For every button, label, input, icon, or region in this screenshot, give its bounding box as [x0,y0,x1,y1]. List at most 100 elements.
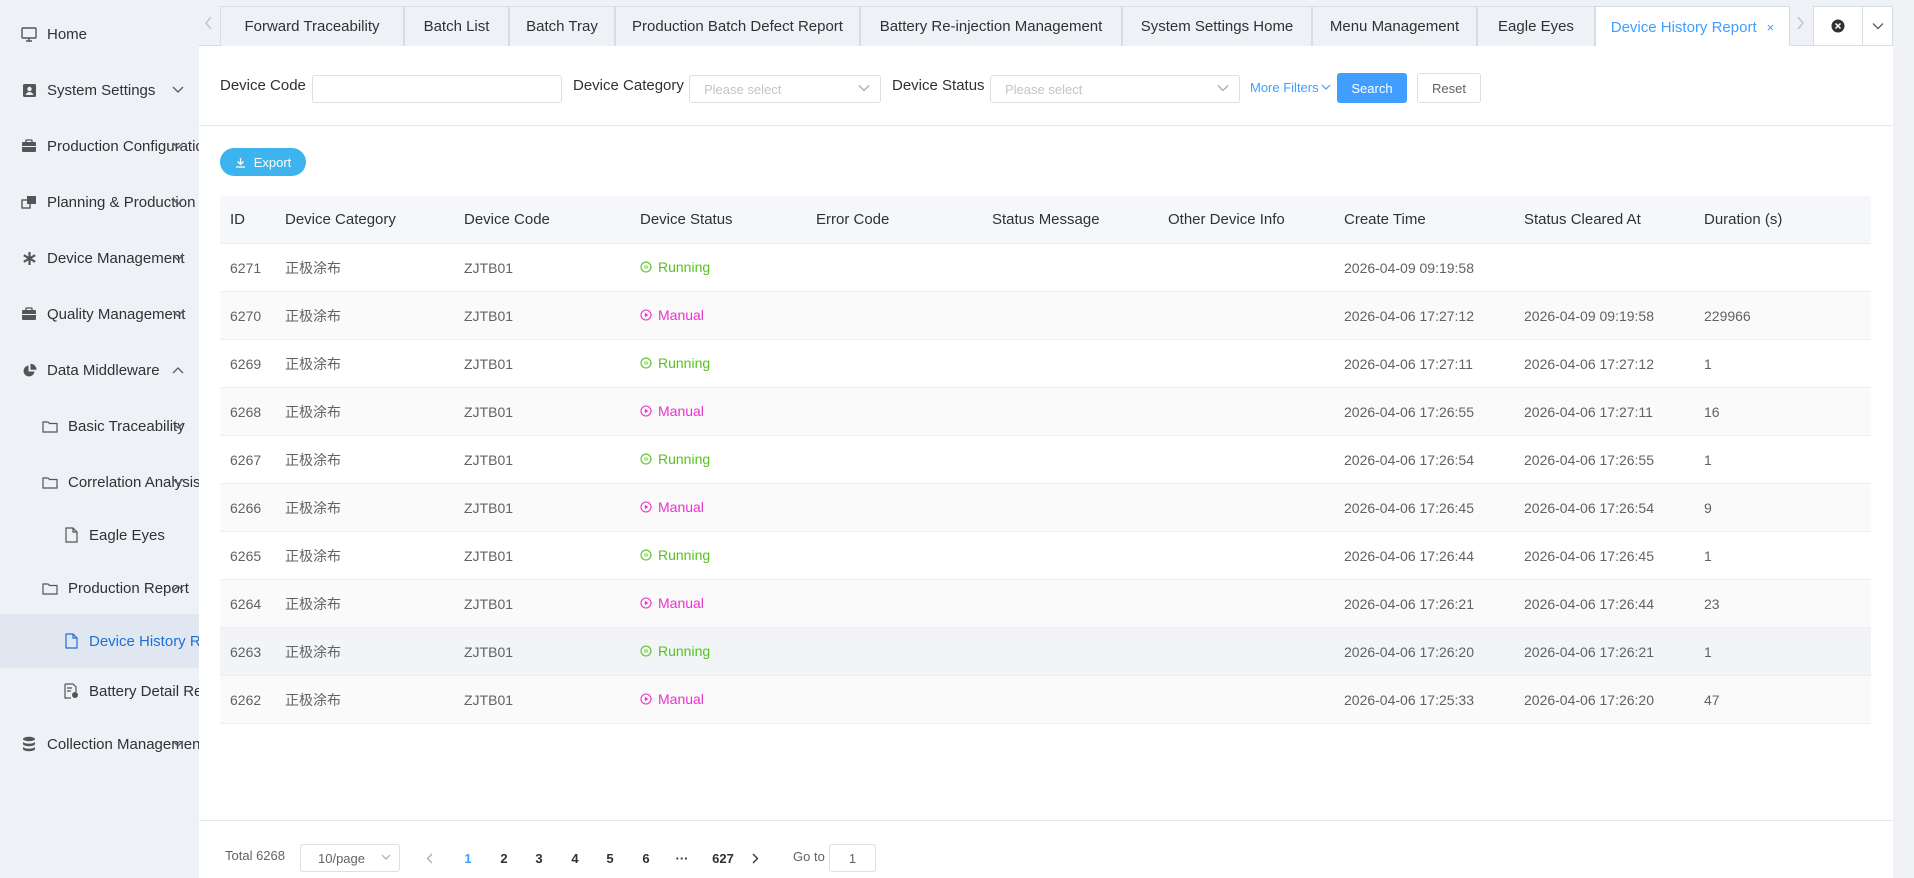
device-category-select[interactable]: Please select [689,75,881,103]
page-size-select[interactable]: 10/page [300,844,400,872]
table-row[interactable]: 6264 正极涂布 ZJTB01 Manual 2026-04-06 17:26:21 2… [220,580,1871,628]
cell-id: 6271 [230,259,262,276]
prev-page-button[interactable] [414,844,444,872]
chevron-left-icon [205,16,212,30]
cell-duration: 9 [1704,499,1712,516]
cell-device-status: Manual [630,691,806,708]
status-badge: Manual [640,403,704,419]
cell-device-status: Manual [630,499,806,516]
tab-forward-traceability[interactable]: Forward Traceability [220,6,404,46]
cell-device-code: ZJTB01 [464,259,514,276]
sidebar-item-label: Home [47,25,88,43]
more-filters-link[interactable]: More Filters [1250,80,1331,95]
chevron-right-icon [1797,16,1804,30]
table-row[interactable]: 6269 正极涂布 ZJTB01 Running 2026-04-06 17:27:11… [220,340,1871,388]
table-row[interactable]: 6270 正极涂布 ZJTB01 Manual 2026-04-06 17:27:12 2… [220,292,1871,340]
export-button[interactable]: Export [220,148,306,176]
tab-eagle-eyes[interactable]: Eagle Eyes [1477,6,1595,46]
database-icon [20,735,38,753]
sidebar-item-system-settings[interactable]: System Settings [0,63,199,117]
sidebar-item-label: Battery Detail Report [89,682,199,700]
manual-status-icon [640,405,652,417]
asterisk-icon [20,249,38,267]
chevron-down-icon [172,86,184,93]
chevron-down-icon [172,478,184,485]
device-category-label: Device Category [573,77,684,94]
sidebar-item-basic-traceability[interactable]: Basic Traceability [0,399,199,453]
column-header-status-message: Status Message [992,211,1100,228]
page-button-6[interactable]: 6 [631,844,661,872]
cell-create-time: 2026-04-06 17:26:54 [1344,451,1474,468]
device-status-select[interactable]: Please select [990,75,1240,103]
table-row[interactable]: 6267 正极涂布 ZJTB01 Running 2026-04-06 17:26:54… [220,436,1871,484]
status-badge: Running [640,547,710,563]
tab-label: Eagle Eyes [1498,18,1574,35]
tab-scroll-left-button[interactable] [199,0,219,46]
cell-duration: 1 [1704,451,1712,468]
tab-battery-reinjection-management[interactable]: Battery Re-injection Management [860,6,1122,46]
sidebar-item-correlation-analysis[interactable]: Correlation Analysis [0,455,199,509]
page-button-2[interactable]: 2 [489,844,519,872]
chevron-right-icon [752,853,758,863]
cell-device-status: Running [630,259,806,276]
tab-batch-tray[interactable]: Batch Tray [509,6,615,46]
cell-status-cleared-at: 2026-04-06 17:26:54 [1524,499,1654,516]
sidebar-item-eagle-eyes[interactable]: Eagle Eyes [0,508,199,562]
tab-production-batch-defect-report[interactable]: Production Batch Defect Report [615,6,860,46]
sidebar-item-planning-production[interactable]: Planning & Production [0,175,199,229]
close-tabs-button[interactable] [1814,6,1864,46]
tab-menu-dropdown-button[interactable] [1863,6,1892,46]
tab-label: System Settings Home [1140,18,1294,35]
cell-device-category: 正极涂布 [285,355,341,372]
folder-icon [41,473,59,491]
sidebar-item-quality-management[interactable]: Quality Management [0,287,199,341]
cell-device-code: ZJTB01 [464,403,514,420]
user-card-icon [20,81,38,99]
sidebar-item-home[interactable]: Home [0,7,199,61]
sidebar-item-production-report[interactable]: Production Report [0,561,199,615]
cell-status-cleared-at: 2026-04-06 17:26:45 [1524,547,1654,564]
status-label: Manual [658,403,704,419]
table-row[interactable]: 6271 正极涂布 ZJTB01 Running 2026-04-09 09:19:58 [220,244,1871,292]
page-button-4[interactable]: 4 [560,844,590,872]
status-badge: Manual [640,499,704,515]
page-button-last[interactable]: 627 [703,844,743,872]
page-margin [1893,0,1914,878]
running-status-icon [640,357,652,369]
tab-menu-management[interactable]: Menu Management [1312,6,1477,46]
device-code-input[interactable] [312,75,562,103]
status-label: Manual [658,307,704,323]
sidebar-item-battery-detail-report[interactable]: Battery Detail Report [0,664,199,718]
tab-scroll-right-button[interactable] [1790,0,1810,46]
reset-button[interactable]: Reset [1417,73,1481,103]
tab-batch-list[interactable]: Batch List [404,6,509,46]
sidebar-item-collection-management[interactable]: Collection Management [0,717,199,771]
cell-device-category: 正极涂布 [285,643,341,660]
next-page-button[interactable] [740,844,770,872]
cell-id: 6262 [230,691,262,708]
chevron-up-icon [172,367,184,374]
cell-device-code: ZJTB01 [464,499,514,516]
sidebar-item-device-history-report[interactable]: Device History Report [0,614,199,668]
table-row[interactable]: 6263 正极涂布 ZJTB01 Running 2026-04-06 17:26:20… [220,628,1871,676]
tab-system-settings-home[interactable]: System Settings Home [1122,6,1312,46]
goto-page-input[interactable]: 1 [829,844,876,872]
table-row[interactable]: 6266 正极涂布 ZJTB01 Manual 2026-04-06 17:26:45 2… [220,484,1871,532]
page-button-1[interactable]: 1 [453,844,483,872]
cell-create-time: 2026-04-06 17:25:33 [1344,691,1474,708]
page-button-3[interactable]: 3 [524,844,554,872]
cell-create-time: 2026-04-06 17:26:44 [1344,547,1474,564]
sidebar-item-data-middleware[interactable]: Data Middleware [0,343,199,397]
status-label: Manual [658,691,704,707]
tab-device-history-report[interactable]: Device History Report × [1595,6,1790,47]
table-row[interactable]: 6262 正极涂布 ZJTB01 Manual 2026-04-06 17:25:33 2… [220,676,1871,724]
table-row[interactable]: 6265 正极涂布 ZJTB01 Running 2026-04-06 17:26:44… [220,532,1871,580]
document-chart-icon [62,682,80,700]
sidebar-item-device-management[interactable]: Device Management [0,231,199,285]
search-button[interactable]: Search [1337,73,1407,103]
tab-close-button[interactable]: × [1767,20,1775,35]
page-ellipsis-button[interactable]: ··· [667,844,697,872]
page-button-5[interactable]: 5 [595,844,625,872]
sidebar-item-production-configuration[interactable]: Production Configuration [0,119,199,173]
table-row[interactable]: 6268 正极涂布 ZJTB01 Manual 2026-04-06 17:26:55 2… [220,388,1871,436]
